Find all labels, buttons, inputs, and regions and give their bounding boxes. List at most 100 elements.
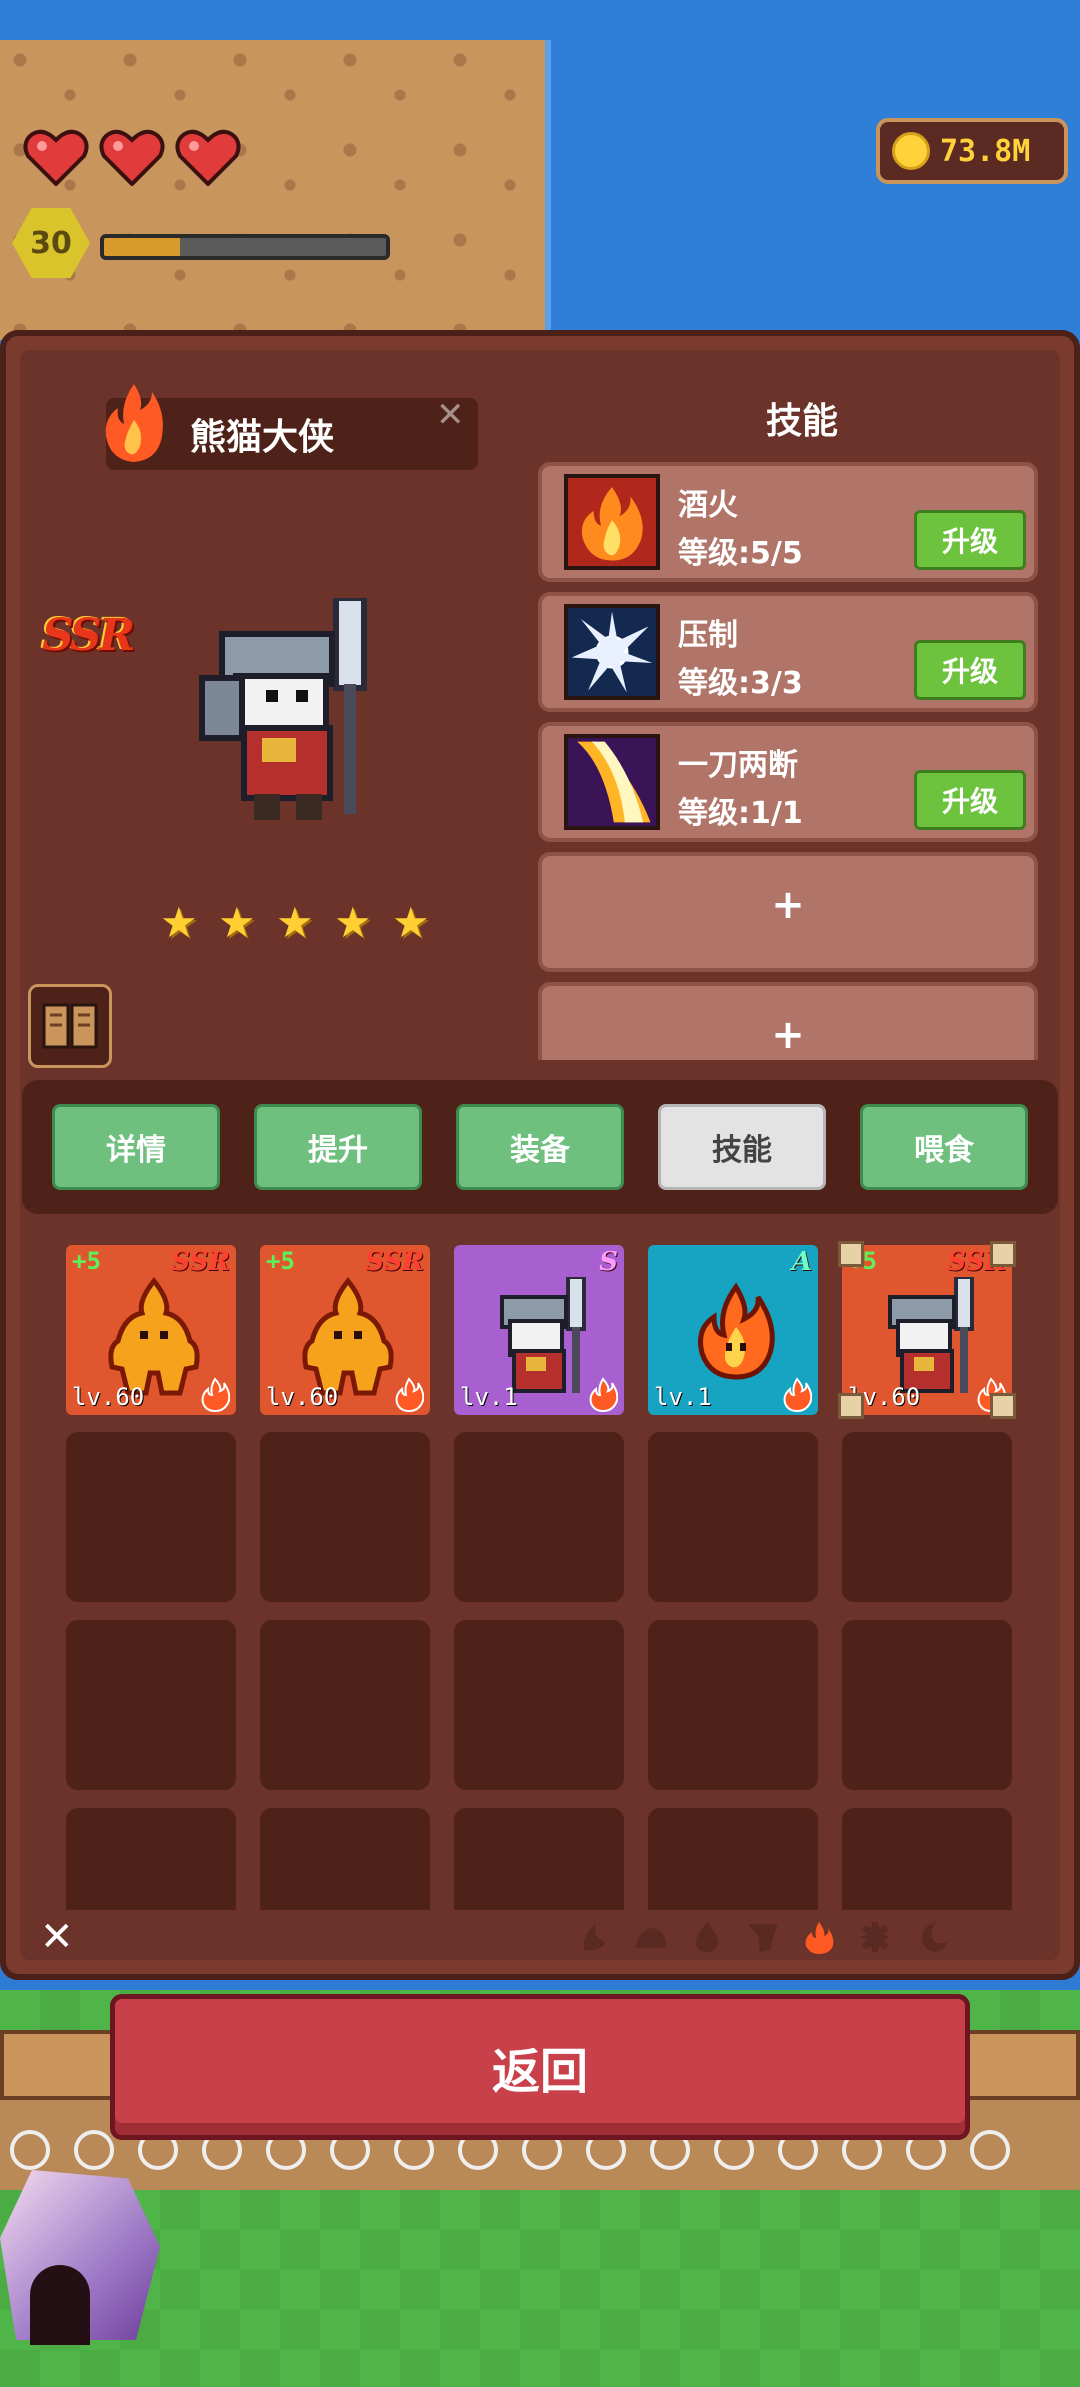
star-icon: ★	[160, 898, 198, 947]
moon-icon[interactable]	[914, 1920, 948, 1954]
fire-icon	[588, 1377, 619, 1413]
card-level: lv.60	[72, 1383, 145, 1411]
slash-skill-icon	[564, 734, 660, 830]
empty-slot[interactable]	[454, 1432, 624, 1602]
tab-equipment[interactable]: 装备	[456, 1104, 624, 1190]
card-plus-level: +5	[72, 1247, 101, 1275]
tab-upgrade[interactable]: 提升	[254, 1104, 422, 1190]
rarity-badge: SSR	[42, 610, 135, 661]
add-skill-slot[interactable]: +	[538, 982, 1038, 1060]
empty-slot[interactable]	[842, 1620, 1012, 1790]
gear-icon[interactable]	[858, 1920, 892, 1954]
sand-island	[0, 40, 551, 340]
heart-icon	[174, 128, 242, 187]
skill-name: 酒火	[678, 488, 738, 523]
empty-slot[interactable]	[454, 1808, 624, 1910]
empty-slot[interactable]	[648, 1432, 818, 1602]
tab-skills[interactable]: 技能	[658, 1104, 826, 1190]
book-icon	[42, 1003, 98, 1049]
skill-name: 压制	[678, 618, 738, 653]
hero-sprite	[199, 598, 367, 820]
empty-slot[interactable]	[842, 1432, 1012, 1602]
back-button[interactable]: 返回	[110, 1994, 970, 2140]
coin-counter[interactable]: 73.8M	[876, 118, 1068, 184]
book-button[interactable]	[28, 984, 112, 1068]
fire-icon[interactable]	[802, 1920, 836, 1954]
fire-icon	[394, 1377, 425, 1413]
hero-card-art	[488, 1275, 596, 1397]
card-level: lv.60	[266, 1383, 339, 1411]
upgrade-button[interactable]: 升级	[914, 770, 1026, 830]
hero-card-art	[876, 1275, 984, 1397]
skill-name: 一刀两断	[678, 748, 798, 783]
star-icon: ★	[276, 898, 314, 947]
tab-feed[interactable]: 喂食	[860, 1104, 1028, 1190]
card-rarity: SSR	[171, 1247, 230, 1277]
empty-slot[interactable]	[648, 1620, 818, 1790]
hero-card[interactable]: Slv.1	[454, 1245, 624, 1415]
hero-card-art	[100, 1276, 208, 1397]
add-icon: +	[771, 882, 805, 928]
xp-bar	[100, 234, 390, 260]
selection-corner	[990, 1393, 1016, 1419]
wind-icon[interactable]	[746, 1920, 780, 1954]
empty-slot[interactable]	[260, 1808, 430, 1910]
hero-card-art	[682, 1277, 790, 1397]
skill-list: 酒火 等级:5/5 升级 压制 等级:3/3 升级 一刀两断 等级:1/1 升级…	[538, 460, 1038, 1060]
close-panel-icon[interactable]: ✕	[40, 1914, 74, 1960]
card-rarity: S	[599, 1247, 618, 1277]
skill-card: 一刀两断 等级:1/1 升级	[538, 722, 1038, 842]
card-level: lv.1	[460, 1383, 518, 1411]
tab-details[interactable]: 详情	[52, 1104, 220, 1190]
earth-icon[interactable]	[578, 1920, 612, 1954]
card-rarity: SSR	[365, 1247, 424, 1277]
add-icon: +	[771, 1012, 805, 1058]
coin-amount: 73.8M	[940, 133, 1031, 169]
star-icon: ★	[218, 898, 256, 947]
hero-card[interactable]: +5SSRlv.60	[842, 1245, 1012, 1415]
hero-inventory-grid: +5SSRlv.60+5SSRlv.60Slv.1Alv.1+5SSRlv.60	[40, 1240, 1040, 1910]
empty-slot[interactable]	[66, 1620, 236, 1790]
element-filter-bar	[578, 1920, 948, 1954]
empty-slot[interactable]	[842, 1808, 1012, 1910]
empty-slot[interactable]	[66, 1432, 236, 1602]
empty-slot[interactable]	[454, 1620, 624, 1790]
crystal-house-door	[30, 2265, 90, 2345]
hero-card[interactable]: +5 SSR lv.60	[66, 1245, 236, 1415]
empty-slot[interactable]	[66, 1808, 236, 1910]
empty-slot[interactable]	[648, 1808, 818, 1910]
star-icon: ★	[392, 898, 430, 947]
hero-card[interactable]: +5SSRlv.60	[260, 1245, 430, 1415]
empty-slot[interactable]	[260, 1620, 430, 1790]
heart-icon	[22, 128, 90, 187]
skill-level: 等级:3/3	[678, 666, 803, 701]
water-icon[interactable]	[690, 1920, 724, 1954]
upgrade-button[interactable]: 升级	[914, 510, 1026, 570]
rock-icon[interactable]	[634, 1920, 668, 1954]
skill-level: 等级:5/5	[678, 536, 803, 571]
hero-card[interactable]: Alv.1	[648, 1245, 818, 1415]
card-level: lv.1	[654, 1383, 712, 1411]
coin-icon	[892, 132, 930, 170]
flame-skill-icon	[564, 474, 660, 570]
skill-card: 压制 等级:3/3 升级	[538, 592, 1038, 712]
health-hearts	[22, 128, 242, 187]
upgrade-button[interactable]: 升级	[914, 640, 1026, 700]
xp-bar-fill	[104, 238, 181, 256]
fire-icon	[200, 1377, 231, 1413]
hero-card-art	[294, 1276, 402, 1397]
add-skill-slot[interactable]: +	[538, 852, 1038, 972]
skill-card: 酒火 等级:5/5 升级	[538, 462, 1038, 582]
skills-title: 技能	[766, 401, 839, 442]
hero-name: 熊猫大侠	[190, 417, 335, 458]
empty-slot[interactable]	[260, 1432, 430, 1602]
selection-corner	[838, 1241, 864, 1267]
card-rarity: A	[791, 1247, 812, 1277]
close-icon[interactable]: ✕	[436, 395, 465, 435]
fire-element-icon	[105, 384, 163, 462]
star-rating: ★ ★ ★ ★ ★	[160, 902, 434, 944]
selection-corner	[990, 1241, 1016, 1267]
burst-skill-icon	[564, 604, 660, 700]
skill-level: 等级:1/1	[678, 796, 803, 831]
fire-icon	[782, 1377, 813, 1413]
